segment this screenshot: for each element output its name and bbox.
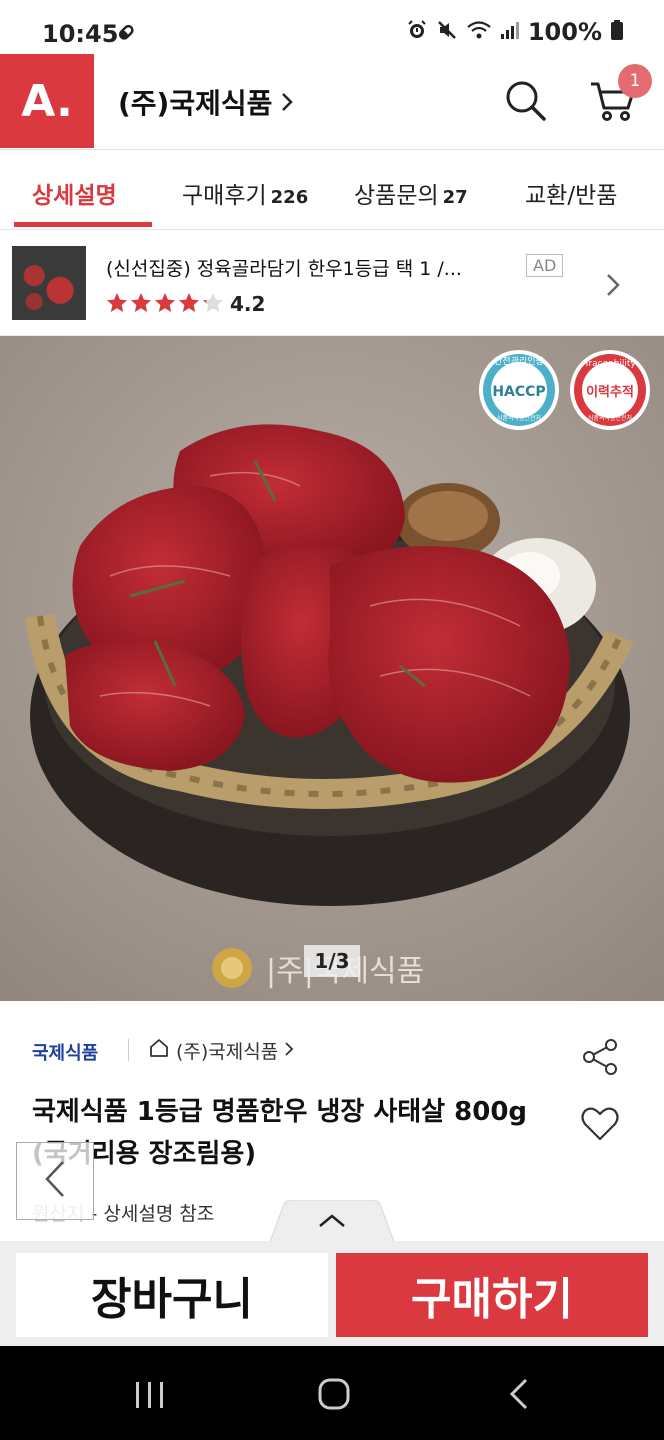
divider — [128, 1039, 129, 1061]
brand-link[interactable]: 국제식품 — [32, 1039, 98, 1065]
recent-apps-icon[interactable] — [134, 1380, 166, 1414]
tab-label: 상품문의 — [354, 183, 439, 209]
tab-label: 상세설명 — [32, 183, 117, 209]
search-icon[interactable] — [503, 78, 549, 128]
clip-icon — [116, 22, 138, 48]
tab-label: 구매후기 — [182, 183, 267, 209]
back-nav-icon[interactable] — [508, 1378, 530, 1414]
tab-count: 226 — [270, 187, 309, 208]
chevron-left-icon — [43, 1159, 67, 1203]
battery-percent: 100% — [527, 18, 602, 46]
origin-value: - 상세설명 참조 — [84, 1203, 215, 1225]
traceability-badge-main: 이력추적 — [586, 384, 634, 400]
tab-count: 27 — [442, 187, 468, 208]
home-icon — [148, 1037, 170, 1064]
active-tab-indicator — [14, 222, 152, 227]
haccp-badge: 안전관리인증 HACCP 식품의약품안전처 — [479, 350, 559, 430]
image-pager: 1/3 — [304, 945, 360, 977]
tab-detail[interactable]: 상세설명 — [32, 176, 117, 210]
prev-page-button[interactable] — [16, 1142, 94, 1220]
action-bar: 장바구니 구매하기 — [0, 1241, 664, 1346]
haccp-badge-top: 안전관리인증 — [494, 356, 544, 367]
share-icon[interactable] — [580, 1037, 620, 1081]
haccp-badge-main: HACCP — [492, 384, 545, 400]
chevron-right-icon — [280, 87, 294, 120]
tab-inquiry[interactable]: 상품문의 27 — [354, 176, 468, 210]
store-name-label: (주)국제식품 — [118, 87, 273, 120]
status-time: 10:45 — [42, 20, 119, 48]
seller-link[interactable]: (주)국제식품 — [148, 1037, 294, 1064]
product-image[interactable]: 안전관리인증 HACCP 식품의약품안전처 Traceability 이력추적 … — [0, 336, 664, 1001]
app-logo[interactable]: A. — [0, 54, 94, 148]
system-nav-bar — [0, 1346, 664, 1440]
mute-icon — [436, 19, 458, 45]
wifi-icon — [466, 19, 492, 45]
home-nav-icon[interactable] — [318, 1378, 350, 1414]
ad-thumbnail — [12, 246, 86, 320]
heart-icon[interactable] — [580, 1105, 620, 1147]
ad-title: (신선집중) 정육골라담기 한우1등급 택 1 /... — [106, 258, 462, 280]
rating-stars — [106, 292, 226, 314]
buy-now-button[interactable]: 구매하기 — [336, 1253, 648, 1337]
seller-name: (주)국제식품 — [176, 1041, 279, 1063]
alarm-icon — [406, 19, 428, 45]
tab-exchange[interactable]: 교환/반품 — [525, 176, 617, 210]
ad-rating-value: 4.2 — [230, 292, 266, 316]
chevron-right-icon — [284, 1040, 294, 1062]
ad-banner[interactable]: (신선집중) 정육골라담기 한우1등급 택 1 /... AD 4.2 — [0, 230, 664, 336]
expand-panel-handle[interactable] — [269, 1199, 395, 1243]
product-tabs: 상세설명 구매후기 226 상품문의 27 교환/반품 — [0, 150, 664, 230]
haccp-badge-bottom: 식품의약품안전처 — [497, 414, 541, 422]
signal-icon — [500, 19, 520, 45]
product-title: 국제식품 1등급 명품한우 냉장 사태살 800g(국거리용 장조림용) — [32, 1097, 528, 1169]
add-to-cart-button[interactable]: 장바구니 — [16, 1253, 328, 1337]
tab-label: 교환/반품 — [525, 183, 618, 209]
store-name-link[interactable]: (주)국제식품 — [118, 82, 294, 122]
chevron-right-icon[interactable] — [604, 272, 622, 302]
tab-reviews[interactable]: 구매후기 226 — [182, 176, 308, 210]
traceability-badge-top: Traceability — [583, 359, 636, 369]
traceability-badge: Traceability 이력추적 식품의약품안전처 — [570, 350, 650, 430]
status-bar: 10:45 100% — [0, 0, 664, 54]
ad-tag: AD — [526, 254, 564, 277]
traceability-badge-bottom: 식품의약품안전처 — [588, 414, 632, 422]
app-header: A. (주)국제식품 1 — [0, 54, 664, 150]
cart-count-badge: 1 — [618, 64, 652, 98]
battery-icon — [610, 19, 624, 45]
product-photo: 안전관리인증 HACCP 식품의약품안전처 Traceability 이력추적 … — [0, 336, 664, 1001]
